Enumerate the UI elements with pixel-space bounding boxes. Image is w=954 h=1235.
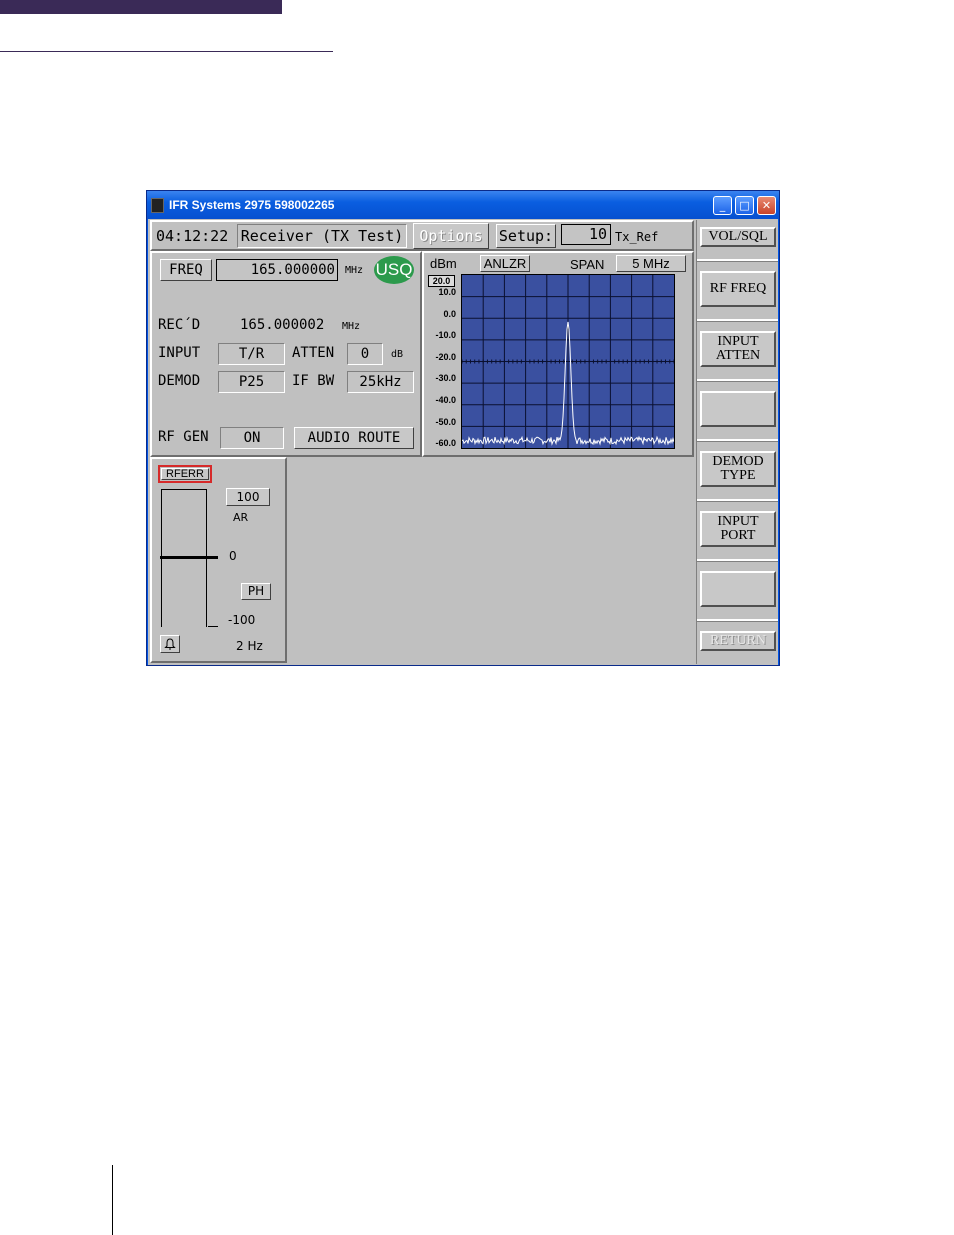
empty-display-area — [287, 457, 694, 663]
rfgen-label: RF GEN — [158, 429, 209, 445]
setup-name: Tx_Ref — [615, 230, 659, 244]
spectrum-plot — [462, 275, 674, 448]
demod-field[interactable]: P25 — [218, 371, 285, 393]
ar-label: AR — [233, 511, 249, 524]
softkey-return[interactable]: RETURN — [700, 631, 776, 651]
y-tick-label: -40.0 — [435, 395, 456, 405]
y-tick-label: -50.0 — [435, 416, 456, 427]
meter-bottom-tick — [208, 626, 218, 627]
y-tick-label: -20.0 — [435, 351, 456, 362]
usq-badge: USQ — [374, 256, 414, 284]
meter-bottom-value: -100 — [228, 613, 256, 627]
recd-value: 165.000002 — [240, 317, 325, 333]
receiver-panel: FREQ 165.000000 MHz USQ REC´D 165.000002… — [150, 251, 422, 457]
softkey-separator — [697, 259, 778, 262]
analyzer-mode-button[interactable]: ANLZR — [480, 255, 530, 272]
ifbw-field[interactable]: 25kHz — [347, 371, 414, 393]
freq-value[interactable]: 165.000000 — [216, 259, 338, 281]
mode-display[interactable]: Receiver (TX Test) — [237, 224, 407, 248]
rferr-meter-panel: RFERR 100 AR 0 PH -100 2 Hz — [150, 457, 287, 663]
meter-top-value[interactable]: 100 — [226, 488, 270, 506]
recd-label: REC´D — [158, 317, 201, 333]
atten-label: ATTEN — [292, 345, 335, 361]
instrument-screen: 04:12:22 Receiver (TX Test) Options Setu… — [148, 219, 778, 665]
options-button[interactable]: Options — [413, 223, 489, 249]
softkey-separator — [697, 319, 778, 322]
page-header-rule — [0, 51, 333, 52]
analyzer-panel: dBm ANLZR SPAN 5 MHz 20.0 10.0 0.0 -10.0 -2… — [422, 251, 694, 457]
ifbw-label: IF BW — [292, 373, 335, 389]
analyzer-unit: dBm — [430, 256, 457, 271]
meter-rate: 2 Hz — [236, 639, 263, 653]
setup-button[interactable]: Setup: — [496, 224, 556, 248]
meter-scale — [160, 489, 218, 627]
softkey-input-port[interactable]: INPUT PORT — [700, 511, 776, 547]
title-bar[interactable]: IFR Systems 2975 598002265 _ □ ✕ — [147, 191, 779, 219]
atten-field[interactable]: 0 — [347, 343, 383, 365]
window-title: IFR Systems 2975 598002265 — [169, 198, 335, 212]
meter-zero-label: 0 — [229, 549, 237, 563]
freq-unit: MHz — [345, 265, 364, 276]
status-bar: 04:12:22 Receiver (TX Test) Options Setu… — [150, 220, 694, 251]
softkey-separator — [697, 439, 778, 442]
span-label: SPAN — [570, 257, 605, 272]
softkey-blank-2[interactable] — [700, 571, 776, 607]
app-window: IFR Systems 2975 598002265 _ □ ✕ 04:12:2… — [146, 190, 780, 666]
close-button[interactable]: ✕ — [757, 196, 776, 215]
minimize-button[interactable]: _ — [713, 196, 732, 215]
recd-unit: MHz — [342, 321, 361, 332]
meter-needle — [160, 556, 218, 559]
freq-button[interactable]: FREQ — [160, 259, 212, 281]
clock: 04:12:22 — [156, 227, 229, 245]
y-tick-label: -10.0 — [435, 330, 456, 341]
reference-level-box[interactable]: 20.0 — [428, 275, 455, 287]
softkey-rf-freq[interactable]: RF FREQ — [700, 271, 776, 307]
softkey-vol-sql[interactable]: VOL/SQL — [700, 227, 776, 247]
ph-button[interactable]: PH — [241, 583, 271, 600]
app-icon — [151, 198, 164, 213]
y-tick-label: 0.0 — [443, 308, 456, 319]
span-button[interactable]: 5 MHz — [616, 255, 686, 272]
page-margin-line — [112, 1165, 113, 1235]
input-field[interactable]: T/R — [218, 343, 285, 365]
rferr-button[interactable]: RFERR — [161, 468, 209, 480]
y-tick-label: 10.0 — [438, 287, 456, 297]
bell-icon[interactable] — [160, 635, 180, 653]
rfgen-field[interactable]: ON — [220, 427, 284, 449]
softkey-separator — [697, 379, 778, 382]
rferr-highlight: RFERR — [158, 465, 212, 483]
softkey-blank-1[interactable] — [700, 391, 776, 427]
setup-number[interactable]: 10 — [561, 224, 611, 245]
audio-route-button[interactable]: AUDIO ROUTE — [294, 427, 414, 449]
spectrum-screen[interactable] — [461, 274, 675, 449]
input-label: INPUT — [158, 345, 201, 361]
softkey-input-atten[interactable]: INPUT ATTEN — [700, 331, 776, 367]
atten-unit: dB — [391, 349, 404, 360]
demod-label: DEMOD — [158, 373, 201, 389]
softkey-separator — [697, 619, 778, 622]
page-header-band — [0, 0, 282, 14]
maximize-button[interactable]: □ — [735, 196, 754, 215]
softkey-separator — [697, 559, 778, 562]
y-tick-label: -30.0 — [435, 373, 456, 384]
bell-icon-glyph — [164, 638, 176, 650]
softkey-separator — [697, 499, 778, 502]
y-tick-label: -60.0 — [435, 438, 456, 449]
softkey-demod-type[interactable]: DEMOD TYPE — [700, 451, 776, 487]
